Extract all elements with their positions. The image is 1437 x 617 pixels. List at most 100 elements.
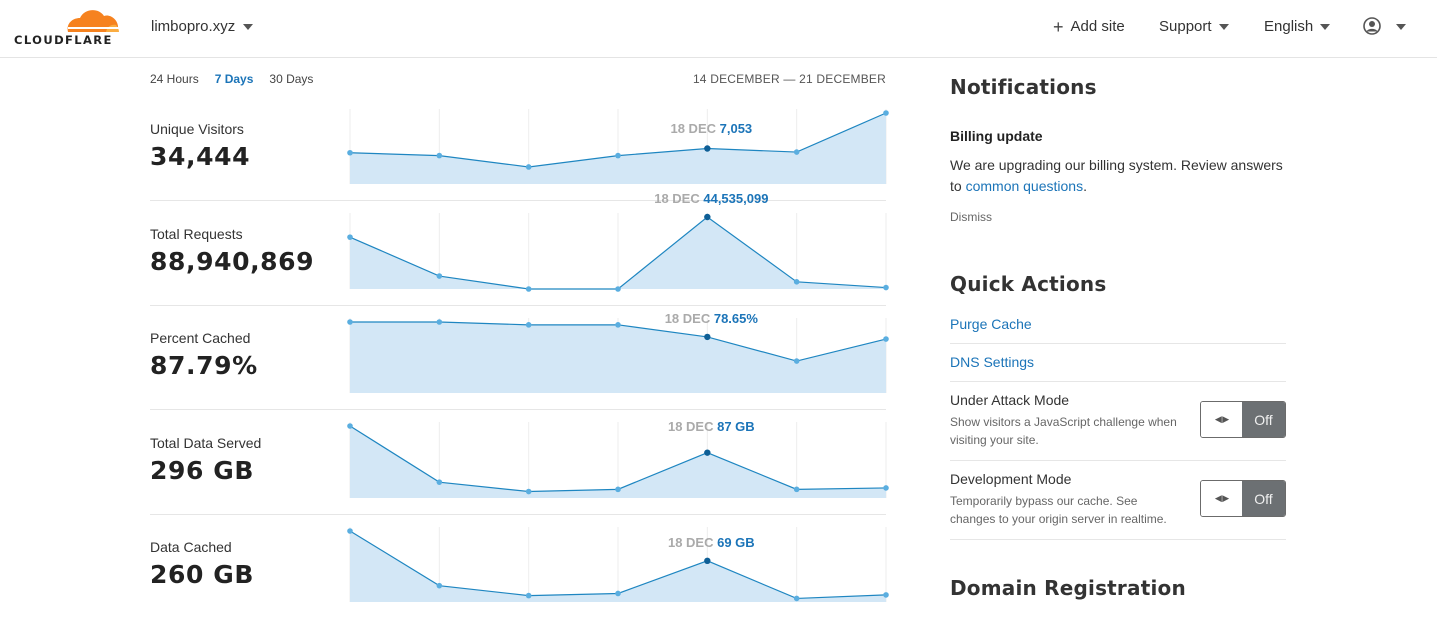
chart-tooltip: 18 DEC 87 GB bbox=[668, 419, 755, 434]
chart-point bbox=[525, 286, 532, 292]
chart-point bbox=[615, 486, 621, 493]
purge-cache-link[interactable]: Purge Cache bbox=[950, 316, 1032, 332]
chart-area bbox=[350, 322, 886, 393]
chart-point bbox=[525, 322, 532, 328]
chart-point bbox=[347, 319, 353, 325]
date-range: 14 DECEMBER — 21 DECEMBER bbox=[692, 72, 886, 86]
chart-point bbox=[883, 336, 889, 342]
add-site-label: Add site bbox=[1070, 18, 1125, 35]
cloud-logo-icon bbox=[67, 10, 120, 32]
chart-point bbox=[793, 486, 800, 493]
tooltip-value: 87 GB bbox=[717, 419, 755, 434]
chart-point bbox=[615, 590, 621, 597]
metric-label: Total Data Served bbox=[150, 435, 262, 451]
user-icon bbox=[1363, 17, 1381, 35]
development-mode-toggle[interactable]: ◀ ▶ Off bbox=[1200, 480, 1286, 517]
notifications-title: Notifications bbox=[950, 75, 1097, 99]
dns-settings-item: DNS Settings bbox=[950, 354, 1286, 382]
chart-tooltip: 18 DEC 44,535,099 bbox=[654, 191, 768, 206]
chart-point bbox=[347, 234, 353, 240]
site-selector[interactable]: limbopro.xyz bbox=[151, 18, 254, 35]
chart-tooltip: 18 DEC 7,053 bbox=[670, 121, 752, 136]
chart-unique-visitors[interactable]: 18 DEC 7,053 bbox=[340, 100, 889, 186]
chart-point bbox=[793, 149, 800, 155]
chart-percent-cached[interactable]: 18 DEC 78.65% bbox=[340, 311, 889, 395]
tooltip-value: 44,535,099 bbox=[703, 191, 768, 206]
chart-point bbox=[793, 595, 800, 602]
caret-down-icon bbox=[1396, 23, 1406, 30]
support-label: Support bbox=[1159, 18, 1212, 35]
tooltip-date: 18 DEC bbox=[654, 191, 703, 206]
dns-settings-link[interactable]: DNS Settings bbox=[950, 354, 1034, 370]
tooltip-date: 18 DEC bbox=[668, 535, 717, 550]
development-mode-item: Development Mode Temporarily bypass our … bbox=[950, 471, 1286, 540]
tooltip-date: 18 DEC bbox=[668, 419, 717, 434]
chart-point-highlight bbox=[704, 449, 711, 456]
tab-24-hours[interactable]: 24 Hours bbox=[150, 72, 199, 86]
development-mode-desc: Temporarily bypass our cache. See change… bbox=[950, 494, 1167, 526]
caret-down-icon bbox=[1218, 24, 1229, 30]
metric-value: 34,444 bbox=[150, 142, 251, 171]
chart-point-highlight bbox=[704, 145, 711, 152]
support-menu[interactable]: Support bbox=[1159, 18, 1229, 35]
metric-label: Unique Visitors bbox=[150, 121, 244, 137]
tooltip-date: 18 DEC bbox=[665, 311, 714, 326]
under-attack-toggle[interactable]: ◀ ▶ Off bbox=[1200, 401, 1286, 438]
tab-7-days[interactable]: 7 Days bbox=[215, 72, 254, 86]
toggle-state: Off bbox=[1242, 481, 1285, 516]
chart-point bbox=[347, 149, 353, 156]
cloudflare-logo[interactable]: CLOUDFLARE bbox=[14, 8, 120, 47]
toggle-arrows-icon: ◀ ▶ bbox=[1201, 481, 1242, 516]
tooltip-date: 18 DEC bbox=[670, 121, 719, 136]
chart-point bbox=[615, 322, 621, 328]
notification-suffix: . bbox=[1083, 178, 1087, 194]
chart-tooltip: 18 DEC 78.65% bbox=[665, 311, 759, 326]
chart-point bbox=[436, 273, 443, 279]
chart-point bbox=[436, 319, 443, 325]
metric-value: 260 GB bbox=[150, 560, 255, 589]
site-name: limbopro.xyz bbox=[151, 18, 236, 35]
chart-total-requests[interactable]: 18 DEC 44,535,099 bbox=[340, 191, 889, 292]
add-site-button[interactable]: + Add site bbox=[1053, 16, 1125, 37]
chart-total-data-served[interactable]: 18 DEC 87 GB bbox=[340, 418, 889, 500]
chart-point bbox=[525, 488, 532, 495]
chart-point bbox=[793, 279, 800, 285]
metric-value: 296 GB bbox=[150, 456, 255, 485]
notification-item-title: Billing update bbox=[950, 128, 1043, 144]
metric-label: Data Cached bbox=[150, 539, 232, 555]
metric-value: 87.79% bbox=[150, 351, 258, 380]
chart-point bbox=[883, 110, 889, 116]
chart-point bbox=[615, 152, 621, 159]
metric-value: 88,940,869 bbox=[150, 247, 315, 276]
tooltip-value: 69 GB bbox=[717, 535, 755, 550]
toggle-state: Off bbox=[1242, 402, 1285, 437]
chart-point bbox=[883, 485, 889, 491]
chart-point bbox=[793, 358, 800, 364]
toggle-arrows-icon: ◀ ▶ bbox=[1201, 402, 1242, 437]
chart-point-highlight bbox=[704, 333, 711, 341]
chart-point bbox=[436, 582, 443, 589]
chart-point bbox=[525, 592, 532, 599]
logo-text: CLOUDFLARE bbox=[14, 33, 113, 47]
chart-point-highlight bbox=[704, 213, 711, 221]
under-attack-mode-item: Under Attack Mode Show visitors a JavaSc… bbox=[950, 392, 1286, 461]
chart-point-highlight bbox=[704, 557, 711, 565]
metric-label: Total Requests bbox=[150, 226, 243, 242]
tab-30-days[interactable]: 30 Days bbox=[269, 72, 313, 86]
chart-point bbox=[525, 164, 532, 170]
dismiss-button[interactable]: Dismiss bbox=[950, 210, 992, 224]
chart-point bbox=[883, 284, 889, 291]
time-range-tabs: 24 Hours 7 Days 30 Days bbox=[150, 72, 313, 86]
chart-point bbox=[347, 423, 353, 429]
chart-point bbox=[615, 286, 621, 292]
quick-actions-title: Quick Actions bbox=[950, 272, 1107, 296]
chart-tooltip: 18 DEC 69 GB bbox=[668, 535, 755, 550]
common-questions-link[interactable]: common questions bbox=[966, 178, 1084, 194]
user-menu[interactable] bbox=[1363, 17, 1406, 35]
plus-icon: + bbox=[1053, 16, 1064, 37]
under-attack-desc: Show visitors a JavaScript challenge whe… bbox=[950, 415, 1177, 447]
tooltip-value: 7,053 bbox=[720, 121, 753, 136]
language-menu[interactable]: English bbox=[1264, 18, 1331, 35]
chart-data-cached[interactable]: 18 DEC 69 GB bbox=[340, 524, 889, 604]
notification-body: We are upgrading our billing system. Rev… bbox=[950, 155, 1286, 197]
